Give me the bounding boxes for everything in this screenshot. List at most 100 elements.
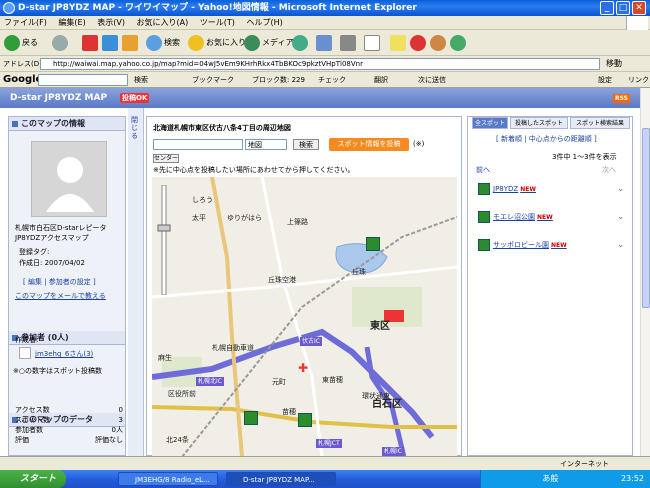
maximize-button[interactable]: □	[616, 1, 630, 15]
links-button[interactable]: リンク	[628, 72, 649, 88]
rss-link[interactable]: RSS	[613, 94, 630, 103]
map-search-input[interactable]	[153, 139, 243, 150]
toolbar: 戻る 検索 お気に入り メディア	[0, 30, 650, 56]
close-button[interactable]: ✕	[632, 1, 646, 15]
google-search-button[interactable]: 検索	[134, 72, 148, 88]
send-to-button[interactable]: 次に送信	[418, 72, 446, 88]
mail-button[interactable]	[316, 33, 334, 53]
map-search-button[interactable]: 検索	[293, 139, 319, 150]
tool-button[interactable]	[430, 33, 448, 53]
spot-flag-icon[interactable]	[298, 413, 312, 427]
green-flag-icon	[478, 239, 490, 251]
map-label: 苗穂	[282, 408, 296, 416]
mail-map-link[interactable]: このマップをメールで教える	[15, 291, 106, 301]
menu-bar: ファイル(F) 編集(E) 表示(V) お気に入り(A) ツール(T) ヘルプ(…	[0, 16, 650, 30]
spot-item-jp8ydz[interactable]: JP8YDZ NEW	[478, 181, 536, 197]
chevron-down-icon[interactable]: ⌄	[617, 212, 624, 221]
stat-value: 0人	[111, 426, 123, 434]
post-spot-button[interactable]: スポット情報を投稿	[329, 138, 409, 151]
minimize-button[interactable]: _	[600, 1, 614, 15]
stat-row: 評価 評価なし	[15, 435, 123, 445]
history-icon	[292, 34, 308, 51]
google-settings-button[interactable]: 設定	[598, 72, 612, 88]
creator-link[interactable]: jm3ehg_6さん(3)	[35, 349, 93, 359]
scrollbar-thumb[interactable]	[642, 128, 650, 308]
created-date: 作成日: 2007/04/02	[19, 259, 85, 267]
menu-edit[interactable]: 編集(E)	[58, 18, 85, 27]
history-button[interactable]	[292, 33, 310, 53]
media-button[interactable]: メディア	[244, 33, 293, 53]
home-icon	[122, 34, 138, 51]
home-button[interactable]	[122, 33, 140, 53]
chevron-down-icon[interactable]: ⌄	[617, 240, 624, 249]
tab-all-spots[interactable]: 全スポット	[472, 117, 508, 129]
forward-arrow-icon	[52, 34, 68, 51]
creator-label: 作成者:	[15, 336, 39, 344]
stop-button[interactable]	[82, 33, 100, 53]
menu-view[interactable]: 表示(V)	[97, 18, 125, 27]
stat-row: スポット数 3	[15, 415, 123, 425]
spot-item-sapporo-beer[interactable]: サッポロビール園 NEW	[478, 237, 567, 253]
power-button[interactable]	[410, 33, 428, 53]
green-flag-icon	[478, 211, 490, 223]
bookmarks-button[interactable]: ブックマーク	[192, 72, 234, 88]
note-icon	[390, 34, 406, 51]
prev-page-link[interactable]: 前へ	[476, 165, 490, 175]
edit-button[interactable]	[364, 33, 382, 53]
popup-blocked-count[interactable]: ブロック数: 229	[252, 72, 305, 88]
map-label: 伏古IC	[300, 337, 322, 346]
page-scrollbar[interactable]	[640, 88, 650, 456]
menu-help[interactable]: ヘルプ(H)	[246, 18, 282, 27]
zoom-slider[interactable]	[156, 185, 172, 295]
spellcheck-button[interactable]: チェック	[318, 72, 346, 88]
stop-icon	[82, 34, 98, 51]
address-bar: アドレス(D) http://waiwai.map.yahoo.co.jp/ma…	[0, 56, 650, 72]
start-button[interactable]: スタート	[0, 470, 66, 488]
ime-indicator[interactable]: あ般	[542, 474, 558, 483]
tab-search-results[interactable]: スポット検索結果	[570, 117, 630, 129]
sort-links[interactable]: [ 新着順 | 中心点からの距離順 ]	[496, 134, 597, 144]
map-label: 太平	[192, 214, 206, 222]
collapse-sidebar-button[interactable]: 閉じる	[128, 108, 144, 456]
next-page-link: 次へ	[602, 166, 616, 174]
map-description: 札幌市白石区D-starレピータJP8YDZアクセスマップ	[15, 224, 107, 242]
menu-tools[interactable]: ツール(T)	[200, 18, 235, 27]
go-button[interactable]: 移動	[606, 56, 622, 72]
search-button[interactable]: 検索	[146, 33, 180, 53]
address-input[interactable]: http://waiwai.map.yahoo.co.jp/map?mid=04…	[40, 58, 600, 70]
map-stats: アクセス数 0 スポット数 3 参加者数 0人 評価 評価なし	[15, 405, 123, 445]
google-search-input[interactable]	[38, 74, 128, 86]
translate-button[interactable]: 翻訳	[374, 72, 388, 88]
stat-value: 3	[118, 416, 123, 424]
print-button[interactable]	[340, 33, 358, 53]
spot-item-moerenuma[interactable]: モエレ沼公園 NEW	[478, 209, 553, 225]
tab-posted-spots[interactable]: 投稿したスポット	[510, 117, 568, 129]
map-header: D-star JP8YDZ MAP 投稿OK RSS	[0, 88, 640, 108]
collapse-label: 閉じる	[131, 116, 138, 140]
map-label: 白石区	[372, 399, 402, 410]
messenger-button[interactable]	[450, 33, 468, 53]
edit-links[interactable]: [ 編集 | 参加者の設定 ]	[23, 277, 96, 287]
refresh-button[interactable]	[102, 33, 120, 53]
task-radio-window[interactable]: JM3EHG/8 Radio_eL...	[118, 472, 218, 486]
chevron-down-icon[interactable]: ⌄	[617, 184, 624, 193]
task-ie-window[interactable]: D-star JP8YDZ MAP...	[226, 472, 336, 486]
favorites-button[interactable]: お気に入り	[188, 33, 246, 53]
window-title-bar: D-star JP8YDZ MAP - ワイワイマップ - Yahoo!地図情報…	[0, 0, 650, 16]
map-view[interactable]: ✚ しろう ゆりがはら 太平 上篠路 丘珠 丘珠空港 東区 札幌自動車道 伏古IC 札幌北IC 元町…	[152, 177, 457, 456]
map-location-title: 北海道札幌市東区伏古八条4丁目の周辺地図	[153, 124, 291, 132]
star-icon	[188, 34, 204, 51]
map-type-select[interactable]: 地図	[245, 139, 287, 150]
menu-file[interactable]: ファイル(F)	[4, 18, 47, 27]
left-sidebar: このマップの情報 札幌市白石区D-starレピータJP8YDZアクセスマップ 登…	[8, 116, 126, 456]
center-button[interactable]: センター	[153, 154, 179, 163]
note-button[interactable]	[390, 33, 408, 53]
stat-key: アクセス数	[15, 406, 50, 414]
back-button[interactable]: 戻る	[4, 33, 38, 53]
forward-button[interactable]	[52, 33, 70, 53]
stat-key: 参加者数	[15, 426, 43, 434]
spot-flag-icon[interactable]	[244, 411, 258, 425]
spot-flag-icon[interactable]	[366, 237, 380, 251]
menu-favorites[interactable]: お気に入り(A)	[137, 18, 189, 27]
window-title: D-star JP8YDZ MAP - ワイワイマップ - Yahoo!地図情報…	[18, 3, 417, 13]
